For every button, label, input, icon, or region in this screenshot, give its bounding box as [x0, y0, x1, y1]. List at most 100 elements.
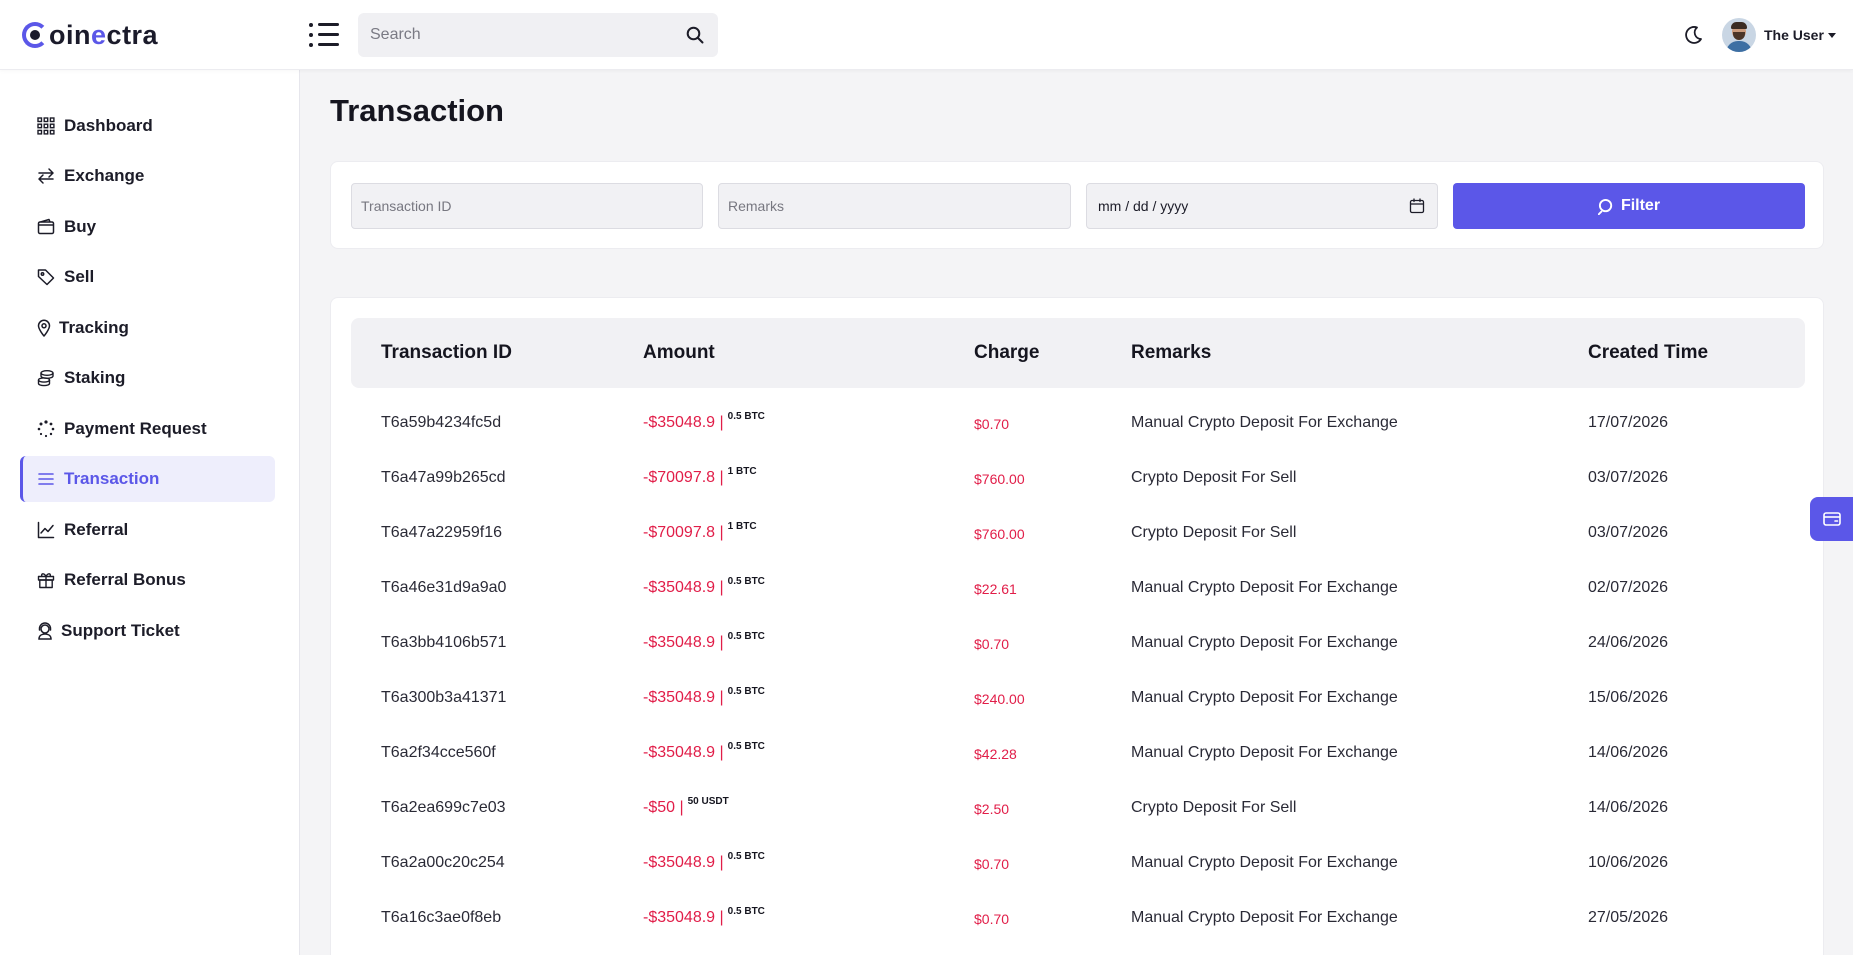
amount-value: -$35048.9 |: [643, 634, 724, 651]
amount-cell: -$35048.9 | 0.5 BTC: [643, 411, 765, 432]
amount-cell: -$35048.9 | 0.5 BTC: [643, 906, 765, 927]
created-time-cell: 03/07/2026: [1588, 469, 1669, 486]
sidebar-item-referral[interactable]: Referral: [20, 507, 275, 553]
sidebar-item-label: Support Ticket: [61, 621, 180, 640]
amount-quantity: 0.5 BTC: [727, 631, 765, 642]
amount-value: -$35048.9 |: [643, 689, 724, 706]
charge-cell: $2.50: [974, 801, 1010, 817]
table-row: T6a2a00c20c254 -$35048.9 | 0.5 BTC $0.70 …: [351, 836, 1805, 891]
amount-quantity: 0.5 BTC: [727, 851, 765, 862]
sidebar-item-staking[interactable]: Staking: [20, 355, 275, 401]
table-row: T6a47a99b265cd -$70097.8 | 1 BTC $760.00 …: [351, 451, 1805, 506]
coins-icon: [37, 370, 54, 387]
support-agent-icon: [38, 622, 52, 640]
created-time-cell: 14/06/2026: [1588, 799, 1669, 816]
logo-mark-icon: [22, 22, 48, 48]
table-row: T6a2f34cce560f -$35048.9 | 0.5 BTC $42.28…: [351, 726, 1805, 781]
wallet-icon: [37, 218, 55, 235]
sidebar-item-tracking[interactable]: Tracking: [20, 305, 275, 351]
sidebar-item-label: Dashboard: [64, 116, 153, 135]
amount-quantity: 1 BTC: [727, 466, 757, 477]
menu-toggle-icon[interactable]: [309, 22, 339, 48]
transaction-id-cell: T6a2ea699c7e03: [381, 799, 506, 816]
sidebar-item-buy[interactable]: Buy: [20, 204, 275, 250]
charge-cell: $760.00: [974, 526, 1025, 542]
sidebar-item-label: Exchange: [64, 166, 145, 185]
sidebar-item-transaction[interactable]: Transaction: [20, 456, 275, 502]
sidebar-item-label: Buy: [64, 217, 97, 236]
list-icon: [38, 473, 54, 485]
table-row: T6a3bb4106b571 -$35048.9 | 0.5 BTC $0.70 …: [351, 616, 1805, 671]
remarks-cell: Manual Crypto Deposit For Exchange: [1131, 909, 1398, 926]
transaction-id-cell: T6a16c3ae0f8eb: [381, 909, 502, 926]
table-row: T6a300b3a41371 -$35048.9 | 0.5 BTC $240.0…: [351, 671, 1805, 726]
remarks-cell: Crypto Deposit For Sell: [1131, 469, 1297, 486]
amount-quantity: 0.5 BTC: [727, 906, 765, 917]
remarks-cell: Manual Crypto Deposit For Exchange: [1131, 579, 1398, 596]
remarks-cell: Manual Crypto Deposit For Exchange: [1131, 744, 1398, 761]
amount-quantity: 50 USDT: [687, 796, 729, 807]
user-name: The User: [1764, 27, 1824, 43]
quick-wallet-button[interactable]: [1810, 497, 1853, 541]
table-row: T6a59b4234fc5d -$35048.9 | 0.5 BTC $0.70 …: [351, 396, 1805, 451]
amount-value: -$35048.9 |: [643, 579, 724, 596]
transactions-table: Transaction ID Amount Charge Remarks Cre…: [330, 297, 1824, 955]
charge-cell: $760.00: [974, 471, 1025, 487]
amount-value: -$35048.9 |: [643, 744, 724, 761]
amount-cell: -$35048.9 | 0.5 BTC: [643, 741, 765, 762]
search-icon[interactable]: [686, 26, 704, 44]
sidebar-item-support-ticket[interactable]: Support Ticket: [20, 608, 275, 654]
charge-cell: $0.70: [974, 911, 1010, 927]
amount-value: -$70097.8 |: [643, 524, 724, 541]
table-row: T6a16c3ae0f8eb -$35048.9 | 0.5 BTC $0.70 …: [351, 891, 1805, 946]
column-header-created-time: Created Time: [1588, 342, 1709, 363]
swap-icon: [38, 168, 54, 184]
transaction-id-cell: T6a2f34cce560f: [381, 744, 496, 761]
table-row: T6a47a22959f16 -$70097.8 | 1 BTC $760.00 …: [351, 506, 1805, 561]
grid-icon: [37, 117, 55, 135]
amount-quantity: 0.5 BTC: [727, 741, 765, 752]
brand-name-part: c: [106, 19, 123, 50]
sidebar-item-exchange[interactable]: Exchange: [20, 153, 275, 199]
remarks-cell: Crypto Deposit For Sell: [1131, 799, 1297, 816]
sidebar-item-payment-request[interactable]: Payment Request: [20, 406, 275, 452]
search-icon: [1597, 198, 1613, 215]
charge-cell: $0.70: [974, 416, 1010, 432]
amount-quantity: 0.5 BTC: [727, 576, 765, 587]
spinner-icon: [37, 420, 55, 438]
amount-cell: -$35048.9 | 0.5 BTC: [643, 851, 765, 872]
column-header-amount: Amount: [643, 342, 715, 363]
sidebar: Dashboard Exchange Buy Sell Tracking Sta…: [0, 70, 300, 955]
search-input[interactable]: [358, 13, 668, 57]
created-time-cell: 17/07/2026: [1588, 414, 1669, 431]
filter-card: mm / dd / yyyy Filter: [330, 161, 1824, 249]
gift-icon: [37, 573, 55, 589]
filter-button[interactable]: Filter: [1453, 183, 1805, 229]
created-time-cell: 27/05/2026: [1588, 909, 1669, 926]
amount-cell: -$35048.9 | 0.5 BTC: [643, 631, 765, 652]
date-input[interactable]: mm / dd / yyyy: [1086, 183, 1438, 229]
transaction-id-input[interactable]: [351, 183, 703, 229]
sidebar-item-dashboard[interactable]: Dashboard: [20, 103, 275, 149]
charge-cell: $240.00: [974, 691, 1025, 707]
sidebar-item-sell[interactable]: Sell: [20, 254, 275, 300]
table-row: T6a2ea699c7e03 -$50 | 50 USDT $2.50 Crypt…: [351, 781, 1805, 836]
sidebar-item-label: Transaction: [64, 469, 160, 488]
user-menu[interactable]: The User: [1764, 24, 1836, 46]
brand-name-accent: e: [91, 19, 107, 50]
brand-logo[interactable]: oin e c tra: [22, 18, 158, 52]
remarks-input[interactable]: [718, 183, 1071, 229]
search-box: [358, 13, 718, 57]
sidebar-item-referral-bonus[interactable]: Referral Bonus: [20, 557, 275, 603]
amount-value: -$35048.9 |: [643, 414, 724, 431]
charge-cell: $0.70: [974, 856, 1010, 872]
calendar-icon[interactable]: [1409, 198, 1425, 214]
transaction-id-cell: T6a59b4234fc5d: [381, 414, 502, 431]
sidebar-item-label: Payment Request: [64, 419, 207, 438]
moon-icon[interactable]: [1682, 24, 1704, 46]
avatar[interactable]: [1722, 18, 1756, 52]
tag-icon: [37, 269, 55, 286]
chart-line-icon: [37, 521, 55, 539]
brand-name-part: tra: [122, 19, 159, 50]
amount-value: -$70097.8 |: [643, 469, 724, 486]
